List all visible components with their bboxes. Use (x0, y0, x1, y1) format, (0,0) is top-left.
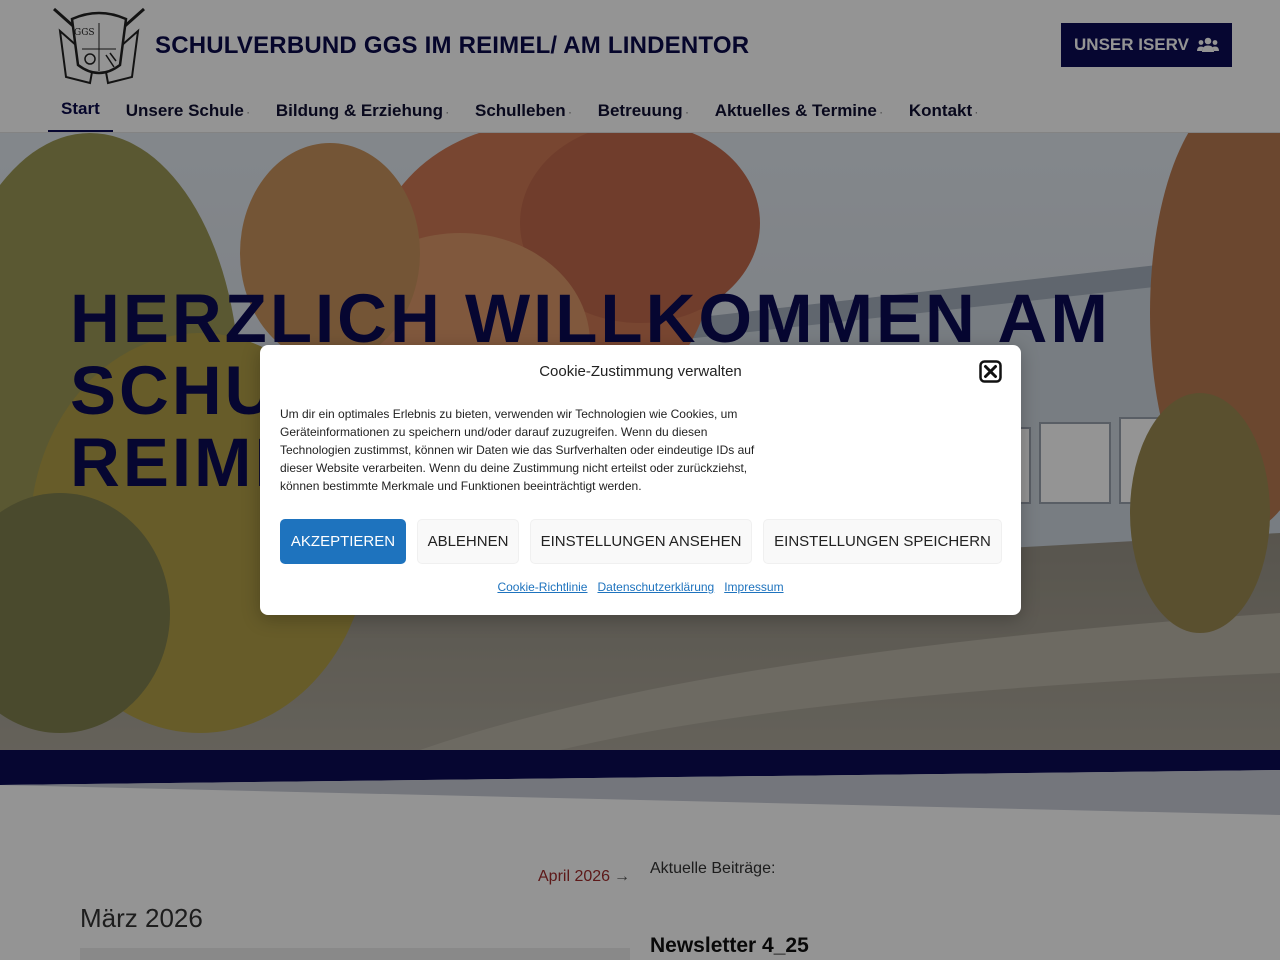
privacy-policy-link[interactable]: Datenschutzerklärung (597, 580, 714, 594)
cookie-buttons: AKZEPTIEREN ABLEHNEN EINSTELLUNGEN ANSEH… (280, 519, 1002, 564)
close-icon[interactable] (979, 360, 1002, 383)
cookie-dialog-links: Cookie-Richtlinie Datenschutzerklärung I… (260, 580, 1021, 594)
view-preferences-button[interactable]: EINSTELLUNGEN ANSEHEN (530, 519, 752, 564)
cookie-dialog-title: Cookie-Zustimmung verwalten (539, 363, 742, 380)
deny-button[interactable]: ABLEHNEN (417, 519, 519, 564)
cookie-policy-link[interactable]: Cookie-Richtlinie (497, 580, 587, 594)
accept-button[interactable]: AKZEPTIEREN (280, 519, 406, 564)
cookie-consent-dialog: Cookie-Zustimmung verwalten Um dir ein o… (260, 345, 1021, 615)
cookie-dialog-text: Um dir ein optimales Erlebnis zu bieten,… (280, 407, 755, 493)
imprint-link[interactable]: Impressum (724, 580, 783, 594)
save-preferences-button[interactable]: EINSTELLUNGEN SPEICHERN (763, 519, 1002, 564)
